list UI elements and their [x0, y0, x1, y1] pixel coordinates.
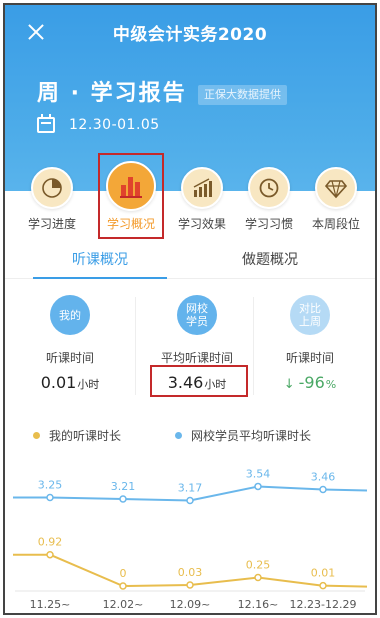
category-learning-overview[interactable]: 学习概况	[96, 155, 166, 232]
legend-mine: 我的听课时长	[33, 427, 121, 444]
stat-label: 听课时间	[285, 351, 334, 365]
x-tick-label: 11.25~	[30, 598, 71, 611]
mine-point	[119, 582, 127, 590]
average-line-tail	[322, 488, 368, 492]
legend-average: 网校学员平均听课时长	[175, 427, 311, 444]
mine-data-label: 0.03	[178, 566, 203, 579]
tab-exercise-overview[interactable]: 做题概况	[215, 243, 325, 279]
divider	[253, 297, 254, 395]
x-tick-label: 12.09~	[170, 598, 211, 611]
phone-screen: 中级会计实务2020 周 · 学习报告 正保大数据提供 12.30-01.05 …	[3, 3, 377, 615]
stat-value: 3.46小时	[167, 373, 227, 392]
mine-point	[186, 581, 194, 589]
stat-badge: 对比上周	[290, 295, 330, 335]
data-source-tag: 正保大数据提供	[198, 85, 287, 105]
category-learning-progress[interactable]: 学习进度	[17, 155, 87, 232]
category-label: 学习进度	[27, 217, 76, 231]
average-point	[186, 496, 194, 505]
divider	[135, 297, 136, 395]
stat-week-comparison: 对比上周 听课时间 ↓ -96%	[250, 289, 370, 392]
stat-label: 听课时间	[45, 351, 94, 365]
legend-dot	[33, 432, 40, 439]
stat-badge: 我的	[50, 295, 90, 335]
average-data-label: 3.17	[178, 482, 203, 495]
average-point	[319, 485, 327, 494]
average-data-label: 3.25	[38, 478, 63, 491]
mine-line-tail	[322, 584, 368, 588]
mine-point	[46, 550, 54, 559]
date-range: 12.30-01.05	[37, 113, 160, 137]
stat-badge: 网校学员	[177, 295, 217, 335]
stat-value: 0.01小时	[40, 373, 100, 392]
mine-data-label: 0.25	[246, 559, 271, 572]
calendar-icon	[37, 114, 55, 133]
average-data-label: 3.21	[111, 480, 136, 493]
category-label: 学习习惯	[244, 217, 293, 231]
x-tick-label: 12.16~	[238, 598, 279, 611]
tab-lecture-overview[interactable]: 听课概况	[45, 243, 155, 279]
pie-chart-icon	[31, 167, 73, 209]
stats-row: 我的 听课时间 0.01小时 网校学员 平均听课时间 3.46小时 对比上周 听…	[5, 289, 375, 407]
down-arrow-icon: ↓	[283, 377, 295, 392]
category-label: 学习效果	[177, 217, 226, 231]
legend-dot	[175, 432, 182, 439]
x-tick-label: 12.02~	[103, 598, 144, 611]
stat-label: 平均听课时间	[160, 351, 233, 365]
average-point	[254, 482, 262, 491]
listening-time-chart: 3.25 3.21 3.17 3.54 3.46 0.92 0 0.03 0.25 0.01 11.…	[13, 467, 368, 611]
x-tick-label: 12.23-12.29	[290, 598, 357, 611]
active-tab-indicator	[33, 277, 167, 279]
category-label: 学习概况	[106, 217, 155, 231]
bar-chart-icon	[106, 161, 156, 211]
stat-value: ↓ -96%	[283, 373, 337, 392]
mine-data-label: 0.92	[38, 536, 63, 549]
category-nav: 学习进度 学习概况 学习效果 学习习惯 本周段位	[5, 155, 375, 235]
report-title: 周 · 学习报告	[37, 81, 187, 106]
mine-data-label: 0.01	[311, 567, 336, 580]
clock-icon	[248, 167, 290, 209]
category-label: 本周段位	[311, 217, 360, 231]
stat-my-time: 我的 听课时间 0.01小时	[10, 289, 130, 392]
category-learning-effect[interactable]: 学习效果	[167, 155, 237, 232]
rising-bars-icon	[181, 167, 223, 209]
average-data-label: 3.46	[311, 471, 336, 484]
mine-point	[254, 573, 262, 582]
diamond-icon	[315, 167, 357, 209]
date-range-text: 12.30-01.05	[69, 117, 160, 133]
mine-data-label: 0	[120, 567, 127, 580]
category-weekly-rank[interactable]: 本周段位	[301, 155, 371, 232]
stat-average-time: 网校学员 平均听课时间 3.46小时	[137, 289, 257, 392]
app-title: 中级会计实务2020	[112, 25, 268, 45]
chart-legend: 我的听课时长 网校学员平均听课时长	[5, 427, 375, 447]
mine-point	[319, 581, 327, 590]
top-bar: 中级会计实务2020	[5, 17, 375, 47]
average-data-label: 3.54	[246, 467, 271, 480]
average-point	[46, 493, 54, 502]
tab-bar: 听课概况 做题概况	[5, 243, 375, 279]
average-point	[119, 495, 127, 503]
category-learning-habit[interactable]: 学习习惯	[234, 155, 304, 232]
